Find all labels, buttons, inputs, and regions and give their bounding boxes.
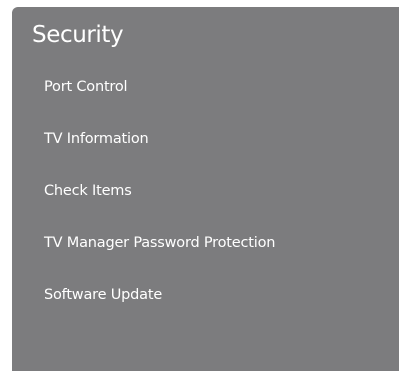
menu-item-check-items[interactable]: Check Items — [12, 165, 399, 217]
menu-item-label: TV Manager Password Protection — [44, 235, 276, 251]
menu-item-label: Software Update — [44, 287, 163, 303]
security-menu-panel: Security Port Control TV Information Che… — [12, 7, 399, 371]
menu-item-label: Port Control — [44, 79, 128, 95]
panel-title: Security — [32, 22, 124, 48]
menu-item-label: Check Items — [44, 183, 132, 199]
menu-item-port-control[interactable]: Port Control — [12, 61, 399, 113]
menu-item-tv-manager-password-protection[interactable]: TV Manager Password Protection — [12, 217, 399, 269]
menu-item-tv-information[interactable]: TV Information — [12, 113, 399, 165]
menu-item-software-update[interactable]: Software Update — [12, 269, 399, 321]
menu-item-label: TV Information — [44, 131, 149, 147]
security-menu-list: Port Control TV Information Check Items … — [12, 61, 399, 321]
